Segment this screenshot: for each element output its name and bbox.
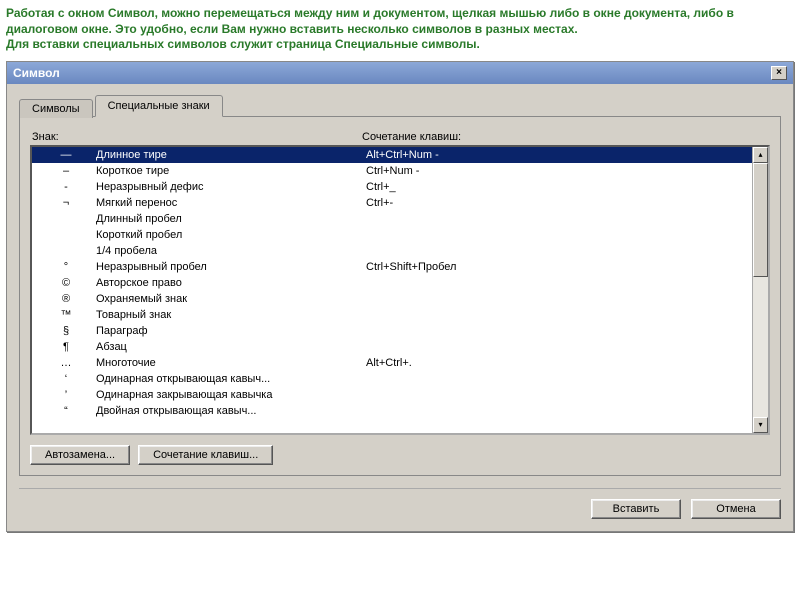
symbol-glyph: ™: [36, 307, 96, 323]
list-item[interactable]: —Длинное тиреAlt+Ctrl+Num -: [32, 147, 768, 163]
col-header-shortcut: Сочетание клавиш:: [362, 131, 768, 143]
symbol-glyph: ¬: [36, 195, 96, 211]
insert-button[interactable]: Вставить: [591, 499, 681, 519]
list-item[interactable]: ‘Одинарная открывающая кавыч...: [32, 371, 768, 387]
symbol-shortcut: [366, 339, 764, 355]
symbol-name: Многоточие: [96, 355, 366, 371]
scroll-track[interactable]: [753, 163, 768, 417]
symbol-dialog: Символ × Символы Специальные знаки Знак:…: [6, 61, 794, 532]
symbol-shortcut: [366, 323, 764, 339]
list-item[interactable]: –Короткое тиреCtrl+Num -: [32, 163, 768, 179]
symbol-glyph: ‘: [36, 371, 96, 387]
titlebar[interactable]: Символ ×: [7, 62, 793, 84]
symbol-shortcut: Ctrl+Shift+Пробел: [366, 259, 764, 275]
dialog-title: Символ: [13, 66, 60, 80]
cancel-button[interactable]: Отмена: [691, 499, 781, 519]
symbol-shortcut: [366, 307, 764, 323]
scroll-thumb[interactable]: [753, 163, 768, 277]
symbol-name: Неразрывный пробел: [96, 259, 366, 275]
symbol-name: 1/4 пробела: [96, 243, 366, 259]
list-item[interactable]: Длинный пробел: [32, 211, 768, 227]
symbol-name: Двойная открывающая кавыч...: [96, 403, 366, 419]
list-item[interactable]: 1/4 пробела: [32, 243, 768, 259]
symbol-name: Мягкий перенос: [96, 195, 366, 211]
symbol-shortcut: Ctrl+Num -: [366, 163, 764, 179]
scroll-up-icon[interactable]: ▴: [753, 147, 768, 163]
symbol-name: Авторское право: [96, 275, 366, 291]
symbol-shortcut: [366, 211, 764, 227]
symbol-glyph: …: [36, 355, 96, 371]
shortcut-button[interactable]: Сочетание клавиш...: [138, 445, 273, 465]
list-item[interactable]: ®Охраняемый знак: [32, 291, 768, 307]
symbol-glyph: –: [36, 163, 96, 179]
list-item[interactable]: ¶Абзац: [32, 339, 768, 355]
symbol-name: Параграф: [96, 323, 366, 339]
symbol-name: Неразрывный дефис: [96, 179, 366, 195]
scroll-down-icon[interactable]: ▾: [753, 417, 768, 433]
symbol-name: Охраняемый знак: [96, 291, 366, 307]
symbol-name: Длинное тире: [96, 147, 366, 163]
symbol-name: Товарный знак: [96, 307, 366, 323]
symbol-shortcut: [366, 227, 764, 243]
list-item[interactable]: “Двойная открывающая кавыч...: [32, 403, 768, 419]
list-item[interactable]: ’Одинарная закрывающая кавычка: [32, 387, 768, 403]
symbol-shortcut: [366, 291, 764, 307]
symbol-glyph: §: [36, 323, 96, 339]
symbol-shortcut: Ctrl+-: [366, 195, 764, 211]
symbol-name: Одинарная открывающая кавыч...: [96, 371, 366, 387]
symbol-glyph: ©: [36, 275, 96, 291]
symbol-name: Абзац: [96, 339, 366, 355]
intro-p2: Для вставки специальных символов служит …: [6, 37, 794, 53]
symbol-glyph: [36, 243, 96, 259]
symbol-shortcut: [366, 275, 764, 291]
symbol-name: Короткое тире: [96, 163, 366, 179]
symbol-glyph: [36, 227, 96, 243]
list-item[interactable]: °Неразрывный пробелCtrl+Shift+Пробел: [32, 259, 768, 275]
symbol-shortcut: Alt+Ctrl+Num -: [366, 147, 764, 163]
symbol-name: Одинарная закрывающая кавычка: [96, 387, 366, 403]
symbol-glyph: ¶: [36, 339, 96, 355]
tab-symbols[interactable]: Символы: [19, 99, 93, 118]
symbol-name: Короткий пробел: [96, 227, 366, 243]
symbol-glyph: —: [36, 147, 96, 163]
list-item[interactable]: ¬Мягкий переносCtrl+-: [32, 195, 768, 211]
list-item[interactable]: -Неразрывный дефисCtrl+_: [32, 179, 768, 195]
list-item[interactable]: ©Авторское право: [32, 275, 768, 291]
symbol-glyph: -: [36, 179, 96, 195]
list-item[interactable]: …МноготочиеAlt+Ctrl+.: [32, 355, 768, 371]
intro-p1: Работая с окном Символ, можно перемещать…: [6, 6, 794, 37]
column-headers: Знак: Сочетание клавиш:: [32, 131, 768, 143]
symbol-shortcut: [366, 243, 764, 259]
symbol-glyph: [36, 211, 96, 227]
autocorrect-button[interactable]: Автозамена...: [30, 445, 130, 465]
tab-strip: Символы Специальные знаки: [19, 94, 781, 117]
list-item[interactable]: §Параграф: [32, 323, 768, 339]
close-icon[interactable]: ×: [771, 66, 787, 80]
character-list[interactable]: —Длинное тиреAlt+Ctrl+Num -–Короткое тир…: [30, 145, 770, 435]
col-header-sign: Знак:: [32, 131, 362, 143]
symbol-shortcut: [366, 387, 764, 403]
symbol-glyph: ®: [36, 291, 96, 307]
symbol-shortcut: [366, 371, 764, 387]
symbol-glyph: °: [36, 259, 96, 275]
list-item[interactable]: Короткий пробел: [32, 227, 768, 243]
symbol-glyph: “: [36, 403, 96, 419]
symbol-name: Длинный пробел: [96, 211, 366, 227]
tab-special[interactable]: Специальные знаки: [95, 95, 223, 117]
scrollbar[interactable]: ▴ ▾: [752, 147, 768, 433]
symbol-shortcut: Alt+Ctrl+.: [366, 355, 764, 371]
tab-pane-special: Знак: Сочетание клавиш: —Длинное тиреAlt…: [19, 117, 781, 476]
symbol-shortcut: Ctrl+_: [366, 179, 764, 195]
list-item[interactable]: ™Товарный знак: [32, 307, 768, 323]
symbol-glyph: ’: [36, 387, 96, 403]
intro-text: Работая с окном Символ, можно перемещать…: [6, 6, 794, 53]
symbol-shortcut: [366, 403, 764, 419]
